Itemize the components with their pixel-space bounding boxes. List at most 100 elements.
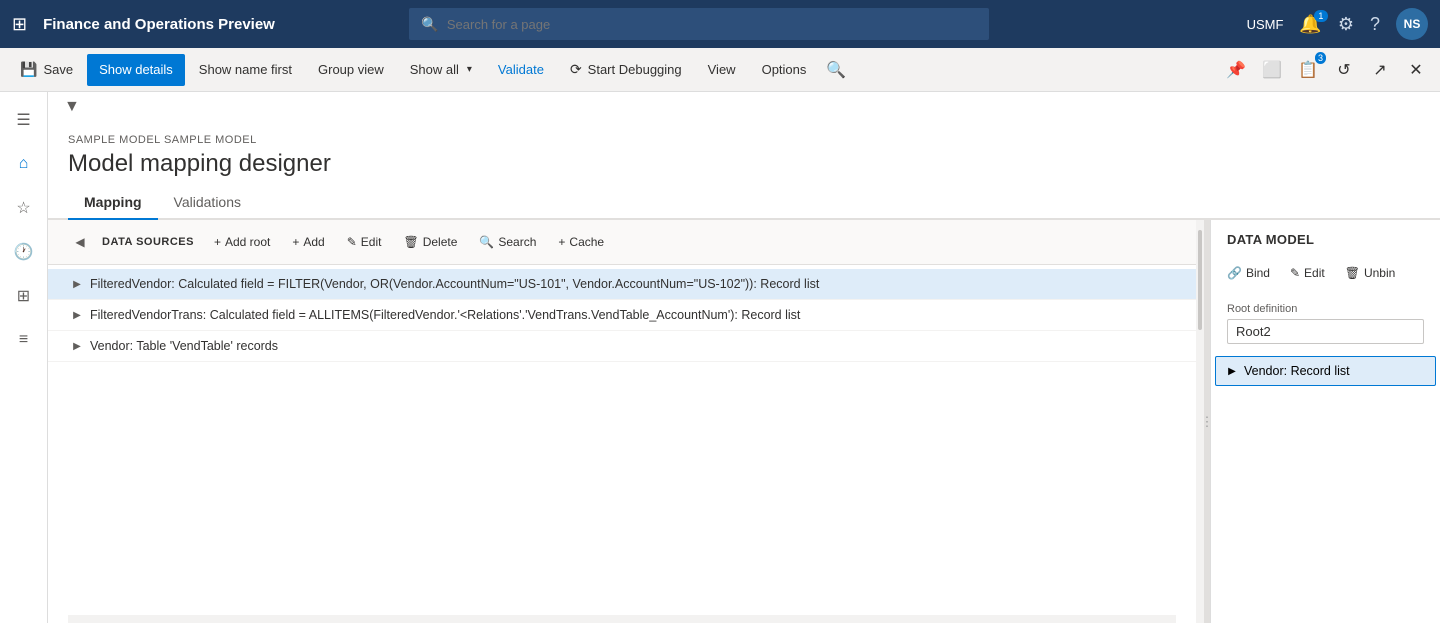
save-button[interactable]: 💾 Save <box>8 54 85 86</box>
edit-icon: ✎ <box>347 235 357 249</box>
sidebar-recent-icon[interactable]: 🕐 <box>4 232 44 272</box>
tree-item[interactable]: ▶ FilteredVendor: Calculated field = FIL… <box>48 269 1196 300</box>
rp-edit-button[interactable]: ✎ Edit <box>1282 259 1333 287</box>
content-area: ▼ SAMPLE MODEL SAMPLE MODEL Model mappin… <box>48 92 1440 623</box>
help-icon[interactable]: ? <box>1370 14 1380 35</box>
filter-row: ▼ <box>48 92 1440 122</box>
data-model-panel: DATA MODEL 🔗 Bind ✎ Edit 🗑 Unbin R <box>1210 220 1440 623</box>
unbin-label: Unbin <box>1364 266 1395 280</box>
tree-item[interactable]: ▶ Vendor: Table 'VendTable' records <box>48 331 1196 362</box>
search-button[interactable]: 🔍 Search <box>469 228 546 256</box>
tree-item-text: FilteredVendorTrans: Calculated field = … <box>90 308 1180 322</box>
data-model-title: DATA MODEL <box>1211 220 1440 259</box>
toolbar: 💾 Save Show details Show name first Grou… <box>0 48 1440 92</box>
root-definition-input[interactable] <box>1227 319 1424 344</box>
rp-actions: 🔗 Bind ✎ Edit 🗑 Unbin <box>1211 259 1440 295</box>
cache-label: Cache <box>569 235 604 249</box>
search-icon: 🔍 <box>479 235 494 249</box>
notification-icon[interactable]: 🔔 1 <box>1299 14 1321 35</box>
scroll-thumb <box>1198 230 1202 330</box>
filter-icon[interactable]: ▼ <box>64 98 80 116</box>
refresh-icon[interactable]: ↺ <box>1328 54 1360 86</box>
options-button[interactable]: Options <box>750 54 819 86</box>
start-debugging-button[interactable]: ⟳ Start Debugging <box>558 54 694 86</box>
bind-icon: 🔗 <box>1227 266 1242 280</box>
badge-icon[interactable]: 📋 3 <box>1292 54 1324 86</box>
tree-item-text: FilteredVendor: Calculated field = FILTE… <box>90 277 1180 291</box>
add-root-icon: + <box>214 235 221 249</box>
cache-button[interactable]: + Cache <box>548 228 614 256</box>
pin-icon[interactable]: 📌 <box>1220 54 1252 86</box>
rp-edit-label: Edit <box>1304 266 1325 280</box>
delete-label: Delete <box>423 235 458 249</box>
settings-icon[interactable]: ⚙ <box>1338 14 1354 35</box>
rp-expand-arrow-icon[interactable]: ▶ <box>1224 363 1240 379</box>
show-details-button[interactable]: Show details <box>87 54 185 86</box>
search-input[interactable] <box>447 17 978 32</box>
ds-panel: ◀ DATA SOURCES + Add root + Add ✎ Edit <box>48 220 1440 623</box>
bind-button[interactable]: 🔗 Bind <box>1219 259 1278 287</box>
toolbar-search-button[interactable]: 🔍 <box>820 54 852 86</box>
group-view-button[interactable]: Group view <box>306 54 396 86</box>
left-sidebar: ☰ ⌂ ☆ 🕐 ⊞ ≡ <box>0 92 48 623</box>
ds-title: DATA SOURCES <box>102 236 194 248</box>
org-label: USMF <box>1247 17 1284 32</box>
root-definition-label: Root definition <box>1211 295 1440 319</box>
edit-button[interactable]: ✎ Edit <box>337 228 392 256</box>
rp-tree-item-text: Vendor: Record list <box>1244 364 1350 378</box>
add-button[interactable]: + Add <box>282 228 334 256</box>
app-title: Finance and Operations Preview <box>43 16 275 33</box>
grid-icon[interactable]: ⊞ <box>12 14 27 35</box>
show-name-first-button[interactable]: Show name first <box>187 54 304 86</box>
search-label: Search <box>498 235 536 249</box>
expand-arrow-icon[interactable]: ▶ <box>68 275 86 293</box>
open-new-icon[interactable]: ↗ <box>1364 54 1396 86</box>
unbin-icon: 🗑 <box>1345 266 1360 280</box>
main-layout: ☰ ⌂ ☆ 🕐 ⊞ ≡ ▼ SAMPLE MODEL SAMPLE MODEL … <box>0 92 1440 623</box>
search-icon: 🔍 <box>421 16 438 33</box>
search-bar[interactable]: 🔍 <box>409 8 989 40</box>
add-root-button[interactable]: + Add root <box>204 228 280 256</box>
sidebar-home-icon[interactable]: ⌂ <box>4 144 44 184</box>
notification-badge: 1 <box>1314 10 1328 22</box>
tabs-row: Mapping Validations <box>48 186 1440 220</box>
page-title-row: Model mapping designer <box>48 146 1440 186</box>
tab-mapping[interactable]: Mapping <box>68 186 158 220</box>
breadcrumb: SAMPLE MODEL SAMPLE MODEL <box>48 122 1440 146</box>
nav-right: USMF 🔔 1 ⚙ ? NS <box>1247 8 1428 40</box>
close-icon[interactable]: ✕ <box>1400 54 1432 86</box>
rp-edit-icon: ✎ <box>1290 266 1300 280</box>
expand-icon[interactable]: ⬜ <box>1256 54 1288 86</box>
unbin-button[interactable]: 🗑 Unbin <box>1337 259 1404 287</box>
user-avatar[interactable]: NS <box>1396 8 1428 40</box>
view-button[interactable]: View <box>696 54 748 86</box>
debug-icon: ⟳ <box>570 61 582 78</box>
bind-label: Bind <box>1246 266 1270 280</box>
horizontal-scrollbar[interactable] <box>68 615 1176 623</box>
toolbar-right: 📌 ⬜ 📋 3 ↺ ↗ ✕ <box>1220 54 1432 86</box>
expand-arrow-icon[interactable]: ▶ <box>68 306 86 324</box>
cache-icon: + <box>558 235 565 249</box>
rp-tree-item[interactable]: ▶ Vendor: Record list <box>1215 356 1436 386</box>
sidebar-workspace-icon[interactable]: ⊞ <box>4 276 44 316</box>
page-title: Model mapping designer <box>68 150 1420 178</box>
validate-button[interactable]: Validate <box>486 54 556 86</box>
tree-item[interactable]: ▶ FilteredVendorTrans: Calculated field … <box>48 300 1196 331</box>
vertical-scrollbar[interactable] <box>1196 220 1204 623</box>
expand-arrow-icon[interactable]: ▶ <box>68 337 86 355</box>
delete-icon: 🗑 <box>403 235 418 249</box>
rp-tree: ▶ Vendor: Record list <box>1211 352 1440 623</box>
ds-main: ◀ DATA SOURCES + Add root + Add ✎ Edit <box>48 220 1196 623</box>
sidebar-menu-icon[interactable]: ☰ <box>4 100 44 140</box>
ds-header: ◀ DATA SOURCES + Add root + Add ✎ Edit <box>48 220 1196 265</box>
sidebar-list-icon[interactable]: ≡ <box>4 320 44 360</box>
ds-tree: ▶ FilteredVendor: Calculated field = FIL… <box>48 265 1196 615</box>
tree-item-text: Vendor: Table 'VendTable' records <box>90 339 1180 353</box>
ds-collapse-btn[interactable]: ◀ <box>68 230 92 254</box>
sidebar-star-icon[interactable]: ☆ <box>4 188 44 228</box>
delete-button[interactable]: 🗑 Delete <box>393 228 467 256</box>
edit-label: Edit <box>361 235 382 249</box>
show-all-button[interactable]: Show all <box>398 54 484 86</box>
top-nav: ⊞ Finance and Operations Preview 🔍 USMF … <box>0 0 1440 48</box>
tab-validations[interactable]: Validations <box>158 186 257 220</box>
